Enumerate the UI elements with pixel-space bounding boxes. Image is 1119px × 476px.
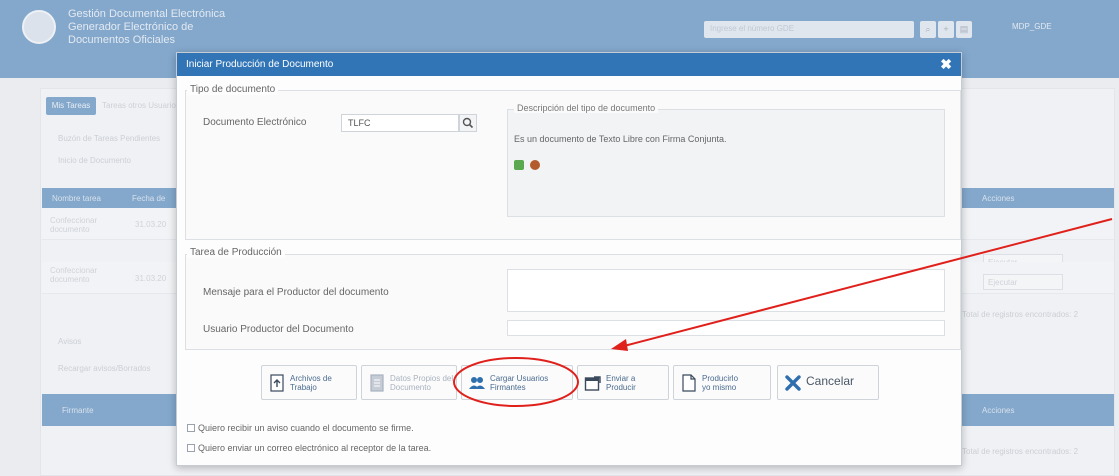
producirlo-yo-mismo-button[interactable]: Producirlo yo mismo — [673, 365, 771, 400]
cargar-usuarios-firmantes-button[interactable]: Cargar Usuarios Firmantes — [461, 365, 573, 400]
enviar-correo-label: Quiero enviar un correo electrónico al r… — [198, 443, 432, 453]
cancelar-label: Cancelar — [806, 374, 855, 388]
datos-propios-label: Datos Propios del Documento — [390, 374, 454, 392]
users-group-icon — [469, 377, 485, 389]
cancelar-button[interactable]: Cancelar — [777, 365, 879, 400]
mensaje-label: Mensaje para el Productor del documento — [203, 287, 389, 298]
documento-electronico-label: Documento Electrónico — [203, 117, 307, 128]
enviar-producir-label: Enviar a Producir — [606, 374, 636, 392]
usuario-productor-input[interactable] — [507, 320, 945, 336]
archivos-trabajo-label: Archivos de Trabajo — [290, 374, 332, 392]
aviso-firma-checkbox[interactable] — [187, 424, 195, 432]
cargar-usuarios-label: Cargar Usuarios Firmantes — [490, 374, 549, 392]
document-green-icon — [514, 160, 524, 170]
send-window-icon — [584, 376, 601, 391]
producirlo-label: Producirlo yo mismo — [702, 374, 739, 392]
blank-document-icon — [682, 374, 696, 392]
aviso-firma-row: Quiero recibir un aviso cuando el docume… — [187, 423, 414, 433]
upload-document-icon — [270, 374, 284, 392]
usuario-productor-label: Usuario Productor del Documento — [203, 324, 354, 335]
aviso-firma-label: Quiero recibir un aviso cuando el docume… — [198, 423, 414, 433]
archivos-trabajo-button[interactable]: Archivos de Trabajo — [261, 365, 357, 400]
close-icon[interactable]: ✖ — [940, 57, 952, 71]
dialog-header: Iniciar Producción de Documento ✖ — [177, 53, 961, 76]
datos-propios-button[interactable]: Datos Propios del Documento — [361, 365, 457, 400]
mensaje-textarea[interactable] — [507, 269, 945, 312]
search-icon[interactable] — [459, 114, 477, 132]
descripcion-title: Descripción del tipo de documento — [514, 103, 659, 113]
tarea-produccion-heading: Tarea de Producción — [187, 247, 285, 258]
documento-tipo-input[interactable] — [341, 114, 459, 132]
dialog-title: Iniciar Producción de Documento — [186, 59, 334, 70]
cancel-x-icon — [785, 375, 801, 391]
enviar-correo-checkbox[interactable] — [187, 444, 195, 452]
signature-icon — [530, 160, 540, 170]
enviar-producir-button[interactable]: Enviar a Producir — [577, 365, 669, 400]
document-data-icon — [370, 374, 384, 392]
iniciar-produccion-dialog: Iniciar Producción de Documento ✖ Tipo d… — [176, 52, 962, 466]
descripcion-box: Descripción del tipo de documento Es un … — [507, 103, 945, 217]
tipo-documento-heading: Tipo de documento — [187, 84, 279, 95]
enviar-correo-row: Quiero enviar un correo electrónico al r… — [187, 443, 431, 453]
descripcion-text: Es un documento de Texto Libre con Firma… — [514, 134, 727, 144]
